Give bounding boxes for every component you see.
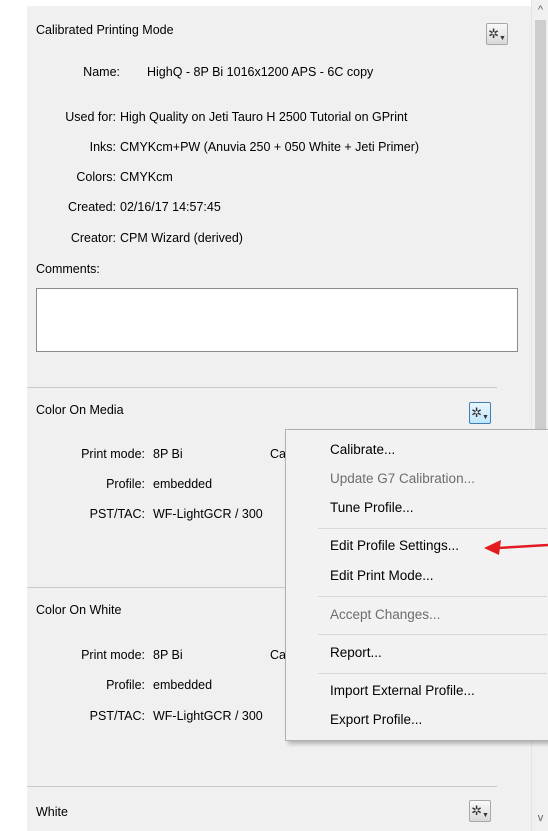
- white-profile-label: Profile:: [106, 678, 145, 692]
- created-label: Created:: [68, 200, 116, 214]
- calibrated-settings-button[interactable]: ✲ ▼: [486, 23, 508, 45]
- chevron-up-icon[interactable]: ^: [532, 2, 548, 19]
- chevron-down-icon: ▼: [498, 34, 506, 42]
- color-on-media-title: Color On Media: [36, 403, 124, 417]
- name-label: Name:: [83, 65, 120, 79]
- chevron-down-icon[interactable]: v: [532, 810, 548, 827]
- inks-label: Inks:: [89, 140, 116, 154]
- gear-icon: ✲: [471, 405, 482, 420]
- menu-item-edit-profile-settings[interactable]: Edit Profile Settings...: [330, 538, 459, 553]
- white-settings-button[interactable]: ✲ ▼: [469, 800, 491, 822]
- media-truncated-text: Ca: [270, 447, 286, 461]
- used-for-value: High Quality on Jeti Tauro H 2500 Tutori…: [120, 110, 408, 124]
- created-value: 02/16/17 14:57:45: [120, 200, 221, 214]
- profile-context-menu: Calibrate... Update G7 Calibration... Tu…: [285, 429, 548, 741]
- chevron-down-icon: ▼: [481, 413, 489, 421]
- menu-item-import-external-profile[interactable]: Import External Profile...: [330, 683, 475, 698]
- colors-label: Colors:: [76, 170, 116, 184]
- media-profile-value: embedded: [153, 477, 213, 491]
- menu-item-update-g7-calibration: Update G7 Calibration...: [330, 471, 475, 486]
- name-value: HighQ - 8P Bi 1016x1200 APS - 6C copy: [147, 65, 374, 79]
- menu-item-report[interactable]: Report...: [330, 645, 382, 660]
- creator-label: Creator:: [70, 231, 116, 245]
- media-print-mode-label: Print mode:: [81, 447, 145, 461]
- white-section-title: White: [36, 805, 68, 819]
- menu-separator: [318, 634, 547, 635]
- inks-value: CMYKcm+PW (Anuvia 250 + 050 White + Jeti…: [120, 140, 420, 154]
- white-profile-value: embedded: [153, 678, 213, 692]
- white-print-mode-label: Print mode:: [81, 648, 145, 662]
- menu-separator: [318, 673, 547, 674]
- white-pst-value: WF-LightGCR / 300: [153, 709, 263, 723]
- gear-icon: ✲: [488, 26, 499, 41]
- menu-item-edit-print-mode[interactable]: Edit Print Mode...: [330, 568, 434, 583]
- menu-item-calibrate[interactable]: Calibrate...: [330, 442, 395, 457]
- color-on-white-title: Color On White: [36, 603, 122, 617]
- gear-icon: ✲: [471, 803, 482, 818]
- creator-value: CPM Wizard (derived): [120, 231, 243, 245]
- comments-label: Comments:: [36, 262, 100, 276]
- calibrated-section-title: Calibrated Printing Mode: [36, 23, 174, 37]
- section-divider: [27, 786, 497, 787]
- menu-item-export-profile[interactable]: Export Profile...: [330, 712, 422, 727]
- menu-separator: [318, 528, 547, 529]
- white-print-mode-value: 8P Bi: [153, 648, 183, 662]
- red-arrow-annotation: [484, 540, 548, 555]
- color-on-media-settings-button[interactable]: ✲ ▼: [469, 402, 491, 424]
- section-divider: [27, 387, 497, 388]
- white-truncated-text: Ca: [270, 648, 286, 662]
- media-pst-label: PST/TAC:: [89, 507, 145, 521]
- used-for-label: Used for:: [65, 110, 116, 124]
- chevron-down-icon: ▼: [481, 811, 489, 819]
- colors-value: CMYKcm: [120, 170, 173, 184]
- menu-item-tune-profile[interactable]: Tune Profile...: [330, 500, 414, 515]
- comments-field[interactable]: [36, 288, 518, 352]
- media-profile-label: Profile:: [106, 477, 145, 491]
- media-pst-value: WF-LightGCR / 300: [153, 507, 263, 521]
- menu-item-accept-changes: Accept Changes...: [330, 607, 441, 622]
- media-print-mode-value: 8P Bi: [153, 447, 183, 461]
- menu-separator: [318, 596, 547, 597]
- white-pst-label: PST/TAC:: [89, 709, 145, 723]
